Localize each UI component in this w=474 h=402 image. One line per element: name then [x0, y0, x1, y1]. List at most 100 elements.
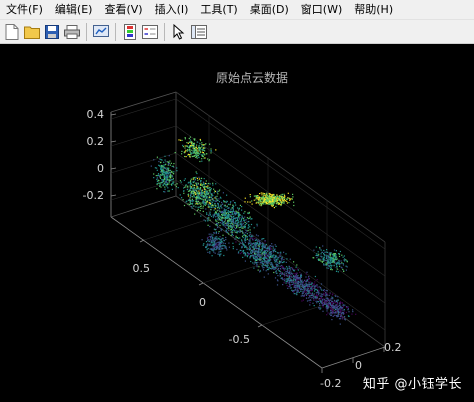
- open-folder-icon[interactable]: [23, 23, 41, 41]
- cloud-point: [234, 228, 236, 230]
- cloud-point: [234, 213, 236, 215]
- cloud-point: [340, 260, 342, 262]
- menu-edit[interactable]: 编辑(E): [49, 0, 99, 20]
- cloud-point: [325, 251, 327, 253]
- cloud-point: [244, 211, 246, 213]
- cloud-point: [333, 264, 335, 266]
- cloud-point: [239, 217, 241, 219]
- cloud-point: [224, 209, 226, 211]
- cloud-point: [336, 268, 338, 270]
- cloud-point: [196, 187, 198, 189]
- plot-area[interactable]: 原始点云数据 0.4 0.2 0 -0.2 0.5 0 -0.5 -0.2 0 …: [0, 44, 474, 402]
- cloud-point: [212, 198, 214, 200]
- cloud-point: [213, 192, 215, 194]
- cloud-point: [333, 256, 335, 258]
- cloud-point: [339, 310, 341, 312]
- cloud-point: [198, 156, 200, 159]
- cloud-point: [276, 195, 278, 197]
- link-plot-icon[interactable]: [92, 23, 110, 41]
- cloud-point: [250, 223, 253, 226]
- cloud-point: [332, 261, 334, 263]
- cloud-point: [246, 256, 248, 258]
- cloud-point: [332, 297, 334, 299]
- cloud-point: [204, 154, 206, 156]
- cloud-point: [249, 233, 251, 235]
- cloud-point: [197, 208, 199, 210]
- cloud-point: [325, 262, 327, 264]
- cloud-point: [247, 227, 249, 229]
- cloud-point: [264, 253, 267, 255]
- cloud-point: [202, 207, 204, 209]
- cloud-point: [263, 195, 265, 197]
- cloud-point: [170, 162, 172, 164]
- menu-desktop[interactable]: 桌面(D): [244, 0, 295, 20]
- cloud-point: [326, 314, 328, 316]
- cloud-point: [190, 178, 192, 180]
- print-icon[interactable]: [63, 23, 81, 41]
- cloud-point: [265, 270, 267, 272]
- menu-tools[interactable]: 工具(T): [194, 0, 243, 20]
- cloud-point: [340, 309, 342, 312]
- cloud-point: [320, 253, 322, 255]
- cloud-point: [233, 215, 235, 217]
- new-file-icon[interactable]: [3, 23, 21, 41]
- cloud-point: [266, 197, 268, 199]
- cloud-point: [201, 184, 203, 186]
- cloud-point: [279, 195, 281, 197]
- cloud-point: [274, 249, 276, 251]
- cloud-point: [193, 143, 195, 146]
- cloud-point: [257, 235, 259, 237]
- cloud-point: [236, 237, 238, 239]
- menu-help[interactable]: 帮助(H): [348, 0, 399, 20]
- cloud-point: [215, 248, 217, 250]
- cloud-point: [175, 185, 177, 188]
- menu-window[interactable]: 窗口(W): [295, 0, 348, 20]
- cloud-point: [238, 251, 240, 253]
- pointer-icon[interactable]: [170, 23, 188, 41]
- cloud-point: [244, 223, 246, 226]
- menu-insert[interactable]: 插入(I): [149, 0, 195, 20]
- cloud-point: [302, 299, 304, 301]
- cloud-point: [331, 265, 333, 267]
- cloud-point: [329, 293, 331, 295]
- cloud-point: [264, 245, 266, 248]
- cloud-point: [237, 209, 240, 211]
- cloud-point: [260, 204, 263, 206]
- insert-colorbar-icon[interactable]: [121, 23, 139, 41]
- cloud-point: [226, 224, 228, 227]
- cloud-point: [239, 226, 242, 228]
- cloud-point: [268, 193, 270, 195]
- cloud-point: [221, 201, 223, 204]
- cloud-point: [238, 221, 240, 223]
- insert-legend-icon[interactable]: [141, 23, 159, 41]
- cloud-point: [299, 277, 301, 279]
- property-inspector-icon[interactable]: [190, 23, 208, 41]
- cloud-point: [183, 187, 185, 189]
- cloud-point: [222, 234, 224, 236]
- cloud-point: [212, 247, 214, 249]
- save-icon[interactable]: [43, 23, 61, 41]
- cloud-point: [260, 192, 262, 194]
- cloud-point: [288, 202, 290, 204]
- cloud-point: [293, 291, 295, 293]
- cloud-point: [264, 241, 266, 243]
- cloud-point: [189, 151, 191, 153]
- cloud-point: [161, 166, 163, 168]
- cloud-point: [199, 140, 202, 142]
- menu-file[interactable]: 文件(F): [0, 0, 49, 20]
- cloud-point: [215, 183, 217, 185]
- cloud-point: [240, 242, 242, 244]
- cloud-point: [172, 183, 174, 185]
- cloud-point: [308, 282, 310, 284]
- cloud-point: [271, 253, 273, 255]
- cloud-point: [279, 268, 282, 270]
- cloud-point: [207, 185, 209, 187]
- menu-view[interactable]: 查看(V): [98, 0, 148, 20]
- cloud-point: [207, 217, 209, 219]
- cloud-point: [329, 313, 331, 315]
- cloud-point: [287, 287, 289, 289]
- cloud-point: [198, 198, 200, 200]
- cloud-point: [219, 210, 221, 212]
- cloud-point: [330, 262, 332, 264]
- z-tick-label: -0.2: [83, 189, 104, 202]
